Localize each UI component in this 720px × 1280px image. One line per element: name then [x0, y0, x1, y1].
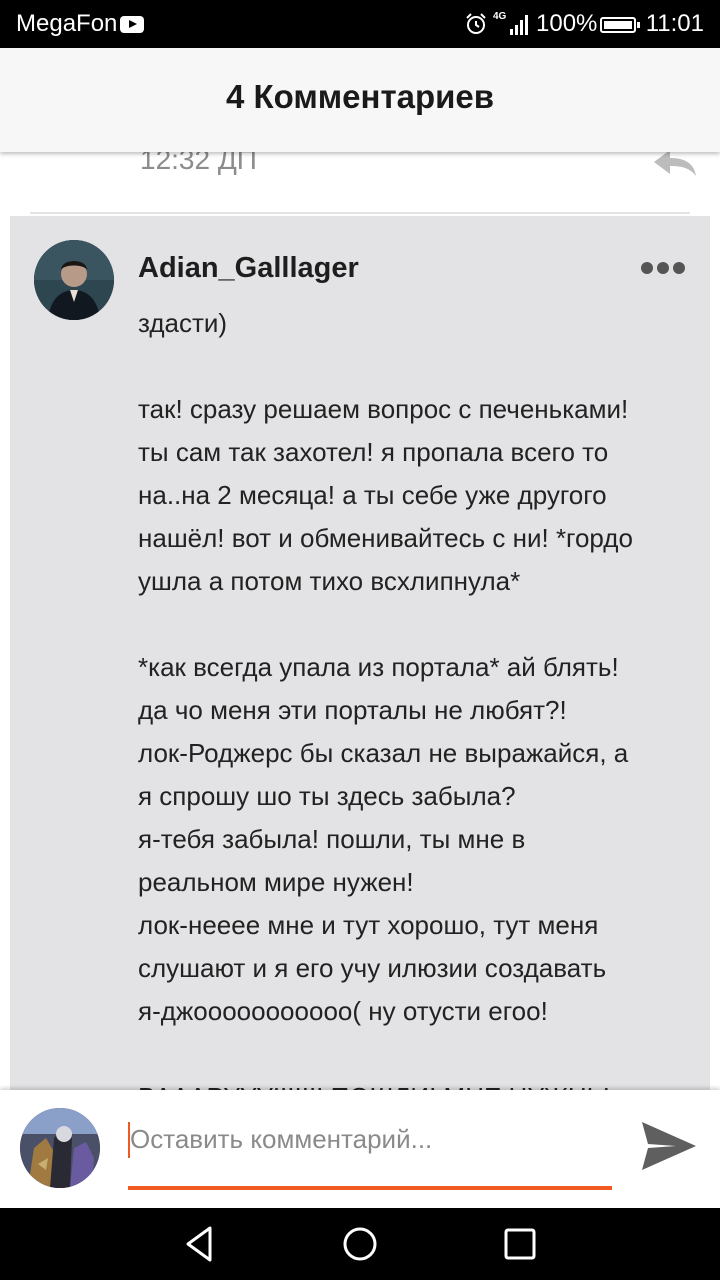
- divider: [30, 212, 690, 214]
- battery-icon: [600, 17, 640, 33]
- current-user-avatar: [20, 1108, 100, 1188]
- previous-comment-card: 12:32 ДП: [10, 152, 710, 214]
- comment-line: лок-Роджерс бы сказал не выражайся, а: [138, 738, 629, 768]
- alarm-icon: [466, 13, 486, 34]
- comment-input-bar: [0, 1090, 720, 1208]
- comments-list[interactable]: 12:32 ДП Adian_Galllager здасти) так! ср…: [0, 152, 720, 1090]
- comment-line: слушают и я его учу илюзии создавать: [138, 953, 607, 983]
- signal-icon: [510, 15, 528, 35]
- comment-line: [138, 1033, 698, 1076]
- comment-line: да чо меня эти порталы не любят?!: [138, 695, 567, 725]
- comment-text: здасти) так! сразу решаем вопрос с печен…: [138, 302, 698, 1090]
- comment-line: здасти): [138, 308, 228, 338]
- comment-timestamp: 12:32 ДП: [140, 152, 257, 175]
- comment-line: я-тебя забыла! пошли, ты мне в: [138, 824, 526, 854]
- more-dots-icon[interactable]: [640, 260, 686, 276]
- network-type-label: 4G: [493, 11, 507, 22]
- comment-line: *как всегда упала из портала* ай блять!: [138, 652, 619, 682]
- carrier-name: MegaFon: [16, 10, 118, 37]
- comment-line: я-джооооооооооо( ну отусти егоо!: [138, 996, 548, 1026]
- avatar-image: [34, 240, 114, 320]
- comment-line: ушла а потом тихо всхлипнула*: [138, 566, 521, 596]
- back-icon[interactable]: [178, 1222, 222, 1266]
- input-underline: [128, 1186, 612, 1190]
- recents-icon[interactable]: [498, 1222, 542, 1266]
- comment-line: реальном мире нужен!: [138, 867, 414, 897]
- comment-input[interactable]: [128, 1116, 612, 1162]
- youtube-icon: [120, 16, 144, 33]
- reply-icon[interactable]: [650, 152, 698, 178]
- battery-percent: 100%: [536, 10, 598, 37]
- comment-line: ВАААРУУУ!!!!!!! ПОШЛИ! МНЕ НУЖНЫ: [138, 1076, 698, 1090]
- app-header: 4 Комментариев: [0, 48, 720, 152]
- current-user-avatar-image: [20, 1108, 100, 1188]
- text-cursor: [128, 1122, 130, 1158]
- status-bar: MegaFon 4G 100% 11:01: [0, 0, 720, 48]
- avatar[interactable]: [34, 240, 114, 320]
- send-button[interactable]: [636, 1116, 700, 1176]
- page-title: 4 Комментариев: [225, 78, 495, 115]
- comment-line: нашёл! вот и обменивайтесь с ни! *гордо: [138, 523, 633, 553]
- comment-line: на..на 2 месяца! а ты себе уже другого: [138, 480, 607, 510]
- comment-line: лок-нееее мне и тут хорошо, тут меня: [138, 910, 599, 940]
- send-icon: [642, 1122, 696, 1170]
- navigation-bar: [0, 1208, 720, 1280]
- comment-card: Adian_Galllager здасти) так! сразу решае…: [10, 216, 710, 1090]
- comment-line: [138, 345, 698, 388]
- comment-line: ты сам так захотел! я пропала всего то: [138, 437, 609, 467]
- status-clock: 11:01: [645, 10, 704, 37]
- home-icon[interactable]: [338, 1222, 382, 1266]
- comment-line: так! сразу решаем вопрос с печеньками!: [138, 394, 629, 424]
- comment-line: [138, 603, 698, 646]
- comment-author[interactable]: Adian_Galllager: [138, 252, 359, 285]
- comment-line: я спрошу шо ты здесь забыла?: [138, 781, 516, 811]
